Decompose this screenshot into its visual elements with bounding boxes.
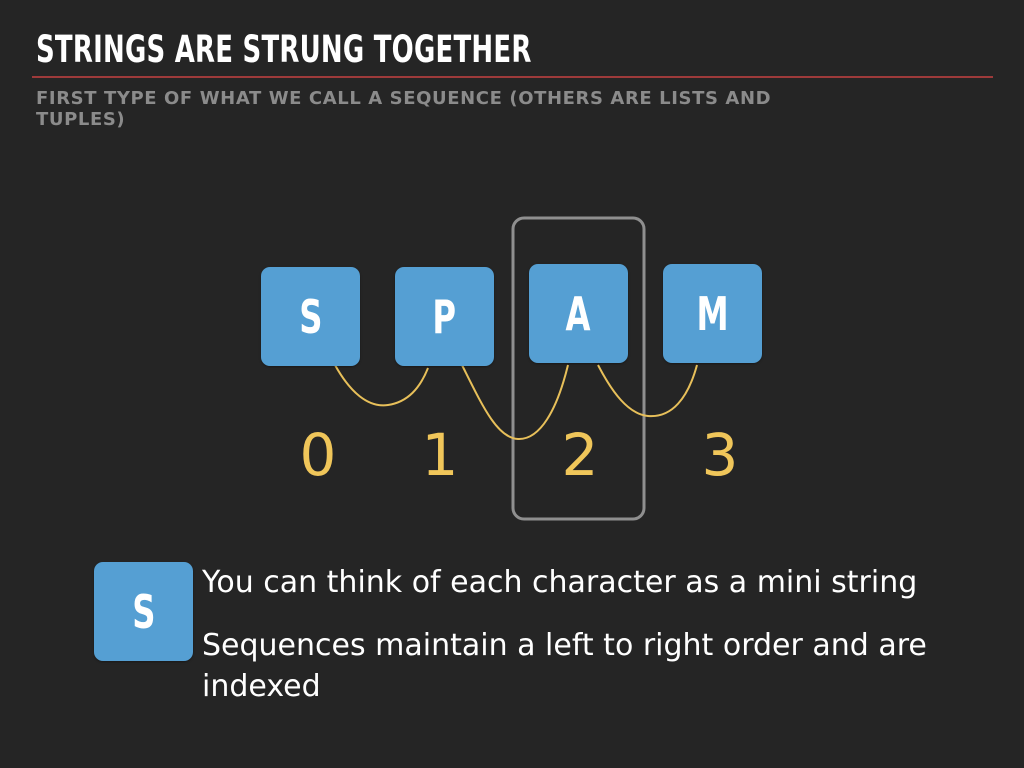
char-p: P (432, 289, 457, 344)
char-s: S (298, 289, 323, 344)
example-char: S (131, 584, 156, 639)
char-box-s: S (261, 267, 360, 366)
connector-a-m (597, 364, 698, 418)
bullet-2: Sequences maintain a left to right order… (202, 628, 927, 704)
index-label-3: 3 (701, 421, 739, 489)
example-char-box: S (94, 562, 193, 661)
index-label-1: 1 (421, 421, 459, 489)
char-m: M (696, 286, 729, 341)
connector-s-p (334, 364, 429, 407)
char-a: A (566, 286, 591, 341)
bullet-1: You can think of each character as a min… (202, 565, 918, 600)
index-label-0: 0 (299, 421, 337, 489)
char-box-m: M (663, 264, 762, 363)
char-box-a: A (529, 264, 628, 363)
char-box-p: P (395, 267, 494, 366)
index-label-2: 2 (561, 421, 599, 489)
